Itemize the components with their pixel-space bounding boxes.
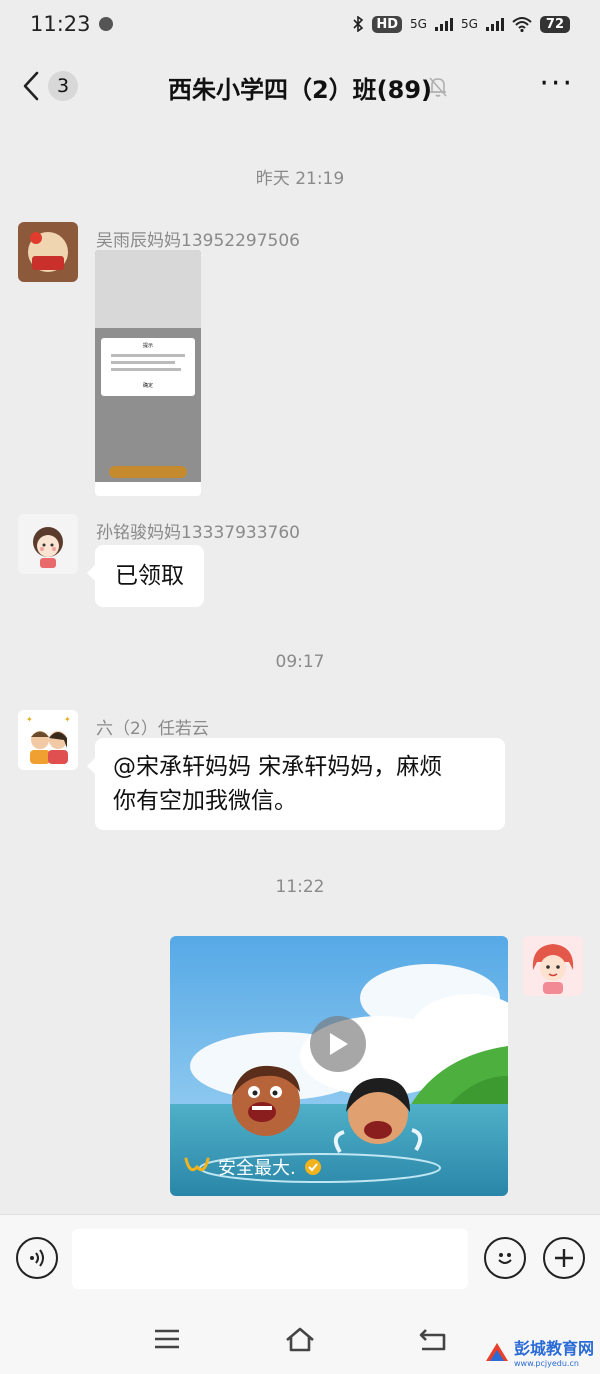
sender-name: 六（2）任若云	[96, 719, 209, 739]
timestamp: 昨天 21:19	[255, 169, 345, 189]
emoji-icon	[498, 1253, 512, 1264]
signal-icon	[434, 17, 453, 31]
voice-button[interactable]	[16, 1237, 58, 1279]
emoji-button[interactable]	[484, 1237, 526, 1279]
message-bubble[interactable]: 已领取	[87, 545, 204, 607]
status-time: 11:23	[30, 12, 91, 36]
sender-name: 孙铭骏妈妈13337933760	[96, 523, 300, 543]
voice-icon	[30, 1249, 44, 1267]
home-icon[interactable]	[283, 1324, 317, 1354]
status-bar: 11:23 HD 5G 5G 72	[0, 0, 600, 48]
sender-name: 吴雨辰妈妈13952297506	[96, 231, 300, 251]
avatar[interactable]: ✦ ✦	[18, 710, 78, 770]
svg-text:✦: ✦	[26, 715, 33, 724]
video-caption: 安全最大.	[184, 1154, 322, 1180]
message-bubble[interactable]: @宋承轩妈妈 宋承轩妈妈，麻烦 你有空加我微信。	[87, 738, 505, 830]
status-indicators: HD 5G 5G 72	[352, 15, 570, 33]
play-button[interactable]	[310, 1016, 366, 1072]
avatar-image	[18, 514, 78, 574]
avatar-self[interactable]	[523, 936, 583, 996]
avatar[interactable]	[18, 222, 78, 282]
menu-icon[interactable]	[150, 1324, 184, 1354]
timestamp: 09:17	[275, 652, 325, 672]
chat-title: 西朱小学四（2）班(89)	[167, 76, 433, 104]
plus-icon	[555, 1249, 573, 1267]
watermark-logo-icon	[485, 1342, 508, 1361]
message-line: 你有空加我微信。	[113, 788, 297, 814]
avatar-image	[18, 222, 78, 282]
avatar[interactable]	[18, 514, 78, 574]
screenshot-dialog: 提示 确定	[101, 338, 195, 396]
input-bar	[0, 1214, 600, 1304]
wifi-icon	[512, 17, 532, 32]
bluetooth-icon	[353, 16, 364, 32]
watermark-url: www.pcjyedu.cn	[513, 1359, 579, 1368]
hd-badge: HD	[372, 15, 403, 33]
video-message[interactable]: 安全最大.	[170, 936, 508, 1196]
watermark-text: 彭城教育网	[513, 1339, 594, 1358]
image-message[interactable]: 提示 确定	[95, 250, 201, 496]
verified-badge-icon	[304, 1159, 321, 1175]
bell-mute-icon	[429, 77, 447, 97]
network-label-1: 5G	[410, 17, 427, 31]
battery-icon: 72	[539, 15, 570, 33]
signal-icon	[485, 17, 504, 31]
return-icon[interactable]	[416, 1324, 450, 1354]
more-button[interactable]: ···	[539, 69, 574, 99]
message-input[interactable]	[72, 1229, 468, 1289]
message-line: @宋承轩妈妈 宋承轩妈妈，麻烦	[113, 754, 443, 780]
network-label-2: 5G	[460, 17, 478, 31]
add-button[interactable]	[543, 1237, 585, 1279]
play-icon	[330, 1033, 348, 1055]
system-nav-bar: 彭城教育网 www.pcjyedu.cn	[0, 1304, 600, 1374]
chat-header: 3 西朱小学四（2）班(89) ···	[0, 50, 600, 122]
watermark: 彭城教育网 www.pcjyedu.cn	[484, 1335, 594, 1368]
channels-logo-icon	[184, 1157, 210, 1172]
video-caption-text: 安全最大.	[218, 1158, 296, 1179]
timestamp: 11:22	[275, 877, 325, 897]
avatar-image: ✦ ✦	[18, 710, 78, 770]
more-icon: ···	[539, 66, 574, 101]
notification-dot-icon	[98, 17, 113, 31]
svg-text:✦: ✦	[64, 715, 71, 724]
avatar-image	[523, 936, 583, 996]
